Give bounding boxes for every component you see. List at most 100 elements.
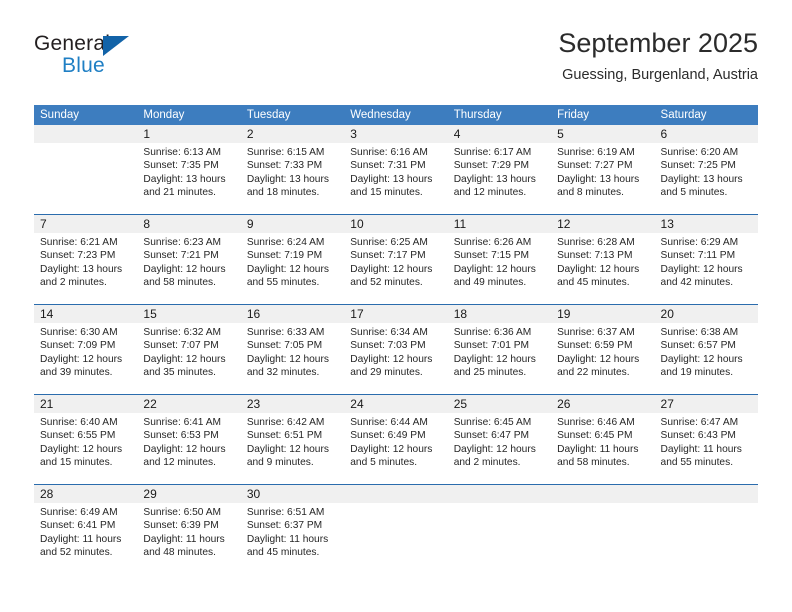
sunrise-text: Sunrise: 6:23 AM (143, 237, 222, 248)
day-details: Sunrise: 6:13 AM Sunset: 7:35 PM Daylight:… (137, 143, 240, 200)
brand-name-general: General (34, 32, 111, 55)
day-details: Sunrise: 6:33 AM Sunset: 7:05 PM Daylight:… (241, 323, 344, 380)
daylight-text-line1: Daylight: 11 hours (557, 443, 639, 455)
day-cell[interactable]: 26 Sunrise: 6:46 AM Sunset: 6:45 PM Dayligh… (551, 395, 655, 484)
day-cell[interactable]: 21 Sunrise: 6:40 AM Sunset: 6:55 PM Dayligh… (34, 395, 138, 484)
day-details: Sunrise: 6:17 AM Sunset: 7:29 PM Daylight:… (448, 143, 551, 200)
week-row: 14 Sunrise: 6:30 AM Sunset: 7:09 PM Dayligh… (34, 304, 758, 394)
day-cell[interactable]: 23 Sunrise: 6:42 AM Sunset: 6:51 PM Dayligh… (240, 395, 345, 484)
daylight-text-line2: and 9 minutes. (246, 457, 314, 469)
day-number: 6 (654, 125, 758, 143)
daylight-text-line2: and 15 minutes. (40, 457, 113, 469)
day-cell[interactable]: 30 Sunrise: 6:51 AM Sunset: 6:37 PM Dayligh… (240, 485, 345, 573)
day-details (655, 503, 758, 506)
day-number: 23 (240, 395, 345, 413)
day-cell[interactable]: 4 Sunrise: 6:17 AM Sunset: 7:29 PM Daylight… (447, 125, 552, 214)
day-cell[interactable]: 2 Sunrise: 6:15 AM Sunset: 7:33 PM Daylight… (240, 125, 345, 214)
day-cell[interactable]: 14 Sunrise: 6:30 AM Sunset: 7:09 PM Dayligh… (34, 305, 138, 394)
sunrise-text: Sunrise: 6:50 AM (143, 507, 222, 518)
daylight-text-line2: and 35 minutes. (143, 367, 216, 379)
day-cell[interactable]: 18 Sunrise: 6:36 AM Sunset: 7:01 PM Dayligh… (447, 305, 552, 394)
day-cell[interactable]: 3 Sunrise: 6:16 AM Sunset: 7:31 PM Daylight… (344, 125, 448, 214)
sunset-text: Sunset: 7:23 PM (40, 250, 116, 262)
day-details: Sunrise: 6:42 AM Sunset: 6:51 PM Daylight:… (241, 413, 344, 470)
day-cell[interactable]: 16 Sunrise: 6:33 AM Sunset: 7:05 PM Dayligh… (240, 305, 345, 394)
day-cell[interactable]: 28 Sunrise: 6:49 AM Sunset: 6:41 PM Dayligh… (34, 485, 138, 573)
day-cell[interactable]: 10 Sunrise: 6:25 AM Sunset: 7:17 PM Dayligh… (344, 215, 448, 304)
daylight-text-line2: and 49 minutes. (453, 277, 527, 289)
day-details: Sunrise: 6:40 AM Sunset: 6:55 PM Daylight:… (34, 413, 137, 470)
day-number: 3 (344, 125, 448, 143)
sunrise-text: Sunrise: 6:25 AM (350, 237, 428, 248)
day-number: 19 (551, 305, 655, 323)
daylight-text-line1: Daylight: 12 hours (557, 263, 640, 275)
day-number (654, 485, 758, 503)
day-cell[interactable]: 13 Sunrise: 6:29 AM Sunset: 7:11 PM Dayligh… (654, 215, 758, 304)
day-cell[interactable]: 5 Sunrise: 6:19 AM Sunset: 7:27 PM Daylight… (551, 125, 655, 214)
sunset-text: Sunset: 7:03 PM (350, 340, 426, 352)
sunset-text: Sunset: 6:37 PM (246, 520, 323, 532)
sunset-text: Sunset: 6:53 PM (143, 430, 219, 442)
day-number: 8 (137, 215, 241, 233)
brand-logo[interactable]: General Blue (34, 32, 154, 88)
sunset-text: Sunset: 7:13 PM (557, 250, 633, 262)
day-details: Sunrise: 6:38 AM Sunset: 6:57 PM Daylight:… (655, 323, 758, 380)
sunrise-text: Sunrise: 6:15 AM (246, 147, 325, 158)
day-details: Sunrise: 6:28 AM Sunset: 7:13 PM Daylight:… (551, 233, 654, 290)
sunset-text: Sunset: 6:55 PM (40, 430, 116, 442)
sunrise-text: Sunrise: 6:46 AM (557, 417, 635, 428)
day-details: Sunrise: 6:15 AM Sunset: 7:33 PM Daylight:… (241, 143, 344, 200)
day-details: Sunrise: 6:23 AM Sunset: 7:21 PM Daylight:… (137, 233, 240, 290)
daylight-text-line1: Daylight: 12 hours (350, 353, 433, 365)
day-number: 16 (240, 305, 345, 323)
sunrise-text: Sunrise: 6:17 AM (453, 147, 532, 158)
day-cell[interactable]: 20 Sunrise: 6:38 AM Sunset: 6:57 PM Dayligh… (654, 305, 758, 394)
daylight-text-line1: Daylight: 12 hours (40, 353, 123, 365)
week-row: 28 Sunrise: 6:49 AM Sunset: 6:41 PM Dayligh… (34, 484, 758, 573)
sunset-text: Sunset: 6:45 PM (557, 430, 633, 442)
daylight-text-line1: Daylight: 12 hours (660, 353, 743, 365)
sunset-text: Sunset: 7:05 PM (246, 340, 323, 352)
sunset-text: Sunset: 7:15 PM (453, 250, 530, 262)
day-cell[interactable]: 7 Sunrise: 6:21 AM Sunset: 7:23 PM Daylight… (34, 215, 138, 304)
daylight-text-line1: Daylight: 12 hours (143, 263, 226, 275)
day-cell[interactable]: 22 Sunrise: 6:41 AM Sunset: 6:53 PM Dayligh… (137, 395, 241, 484)
sunset-text: Sunset: 7:25 PM (660, 160, 736, 172)
day-number: 4 (447, 125, 552, 143)
daylight-text-line1: Daylight: 12 hours (246, 263, 329, 275)
daylight-text-line1: Daylight: 11 hours (660, 443, 742, 455)
weekday-header-sunday: Sunday (40, 109, 80, 121)
sunrise-text: Sunrise: 6:30 AM (40, 327, 118, 338)
daylight-text-line2: and 52 minutes. (40, 547, 113, 559)
day-cell[interactable]: 29 Sunrise: 6:50 AM Sunset: 6:39 PM Dayligh… (137, 485, 241, 573)
day-cell[interactable]: 27 Sunrise: 6:47 AM Sunset: 6:43 PM Dayligh… (654, 395, 758, 484)
day-cell[interactable]: 11 Sunrise: 6:26 AM Sunset: 7:15 PM Dayligh… (447, 215, 552, 304)
day-cell[interactable]: 6 Sunrise: 6:20 AM Sunset: 7:25 PM Daylight… (654, 125, 758, 214)
day-details: Sunrise: 6:20 AM Sunset: 7:25 PM Daylight:… (655, 143, 758, 200)
day-cell[interactable]: 17 Sunrise: 6:34 AM Sunset: 7:03 PM Dayligh… (344, 305, 448, 394)
day-cell[interactable]: 9 Sunrise: 6:24 AM Sunset: 7:19 PM Daylight… (240, 215, 345, 304)
weeks-container: 1 Sunrise: 6:13 AM Sunset: 7:35 PM Daylight… (34, 125, 758, 573)
daylight-text-line1: Daylight: 13 hours (453, 173, 536, 185)
day-cell[interactable]: 19 Sunrise: 6:37 AM Sunset: 6:59 PM Dayligh… (551, 305, 655, 394)
day-details: Sunrise: 6:44 AM Sunset: 6:49 PM Daylight:… (344, 413, 447, 470)
day-number: 14 (34, 305, 138, 323)
daylight-text-line2: and 19 minutes. (660, 367, 734, 379)
daylight-text-line2: and 55 minutes. (660, 457, 734, 469)
day-cell[interactable]: 8 Sunrise: 6:23 AM Sunset: 7:21 PM Daylight… (137, 215, 241, 304)
sunrise-text: Sunrise: 6:34 AM (350, 327, 428, 338)
sunrise-text: Sunrise: 6:28 AM (557, 237, 635, 248)
daylight-text-line2: and 55 minutes. (246, 277, 320, 289)
daylight-text-line1: Daylight: 11 hours (246, 533, 329, 545)
day-cell-empty (447, 485, 552, 573)
daylight-text-line2: and 45 minutes. (246, 547, 320, 559)
day-cell[interactable]: 25 Sunrise: 6:45 AM Sunset: 6:47 PM Dayligh… (447, 395, 552, 484)
daylight-text-line2: and 39 minutes. (40, 367, 113, 379)
day-cell[interactable]: 24 Sunrise: 6:44 AM Sunset: 6:49 PM Dayligh… (344, 395, 448, 484)
sunrise-text: Sunrise: 6:49 AM (40, 507, 118, 518)
daylight-text-line2: and 5 minutes. (350, 457, 418, 469)
day-cell[interactable]: 12 Sunrise: 6:28 AM Sunset: 7:13 PM Dayligh… (551, 215, 655, 304)
day-cell[interactable]: 15 Sunrise: 6:32 AM Sunset: 7:07 PM Dayligh… (137, 305, 241, 394)
day-number: 30 (240, 485, 345, 503)
day-cell[interactable]: 1 Sunrise: 6:13 AM Sunset: 7:35 PM Daylight… (137, 125, 241, 214)
